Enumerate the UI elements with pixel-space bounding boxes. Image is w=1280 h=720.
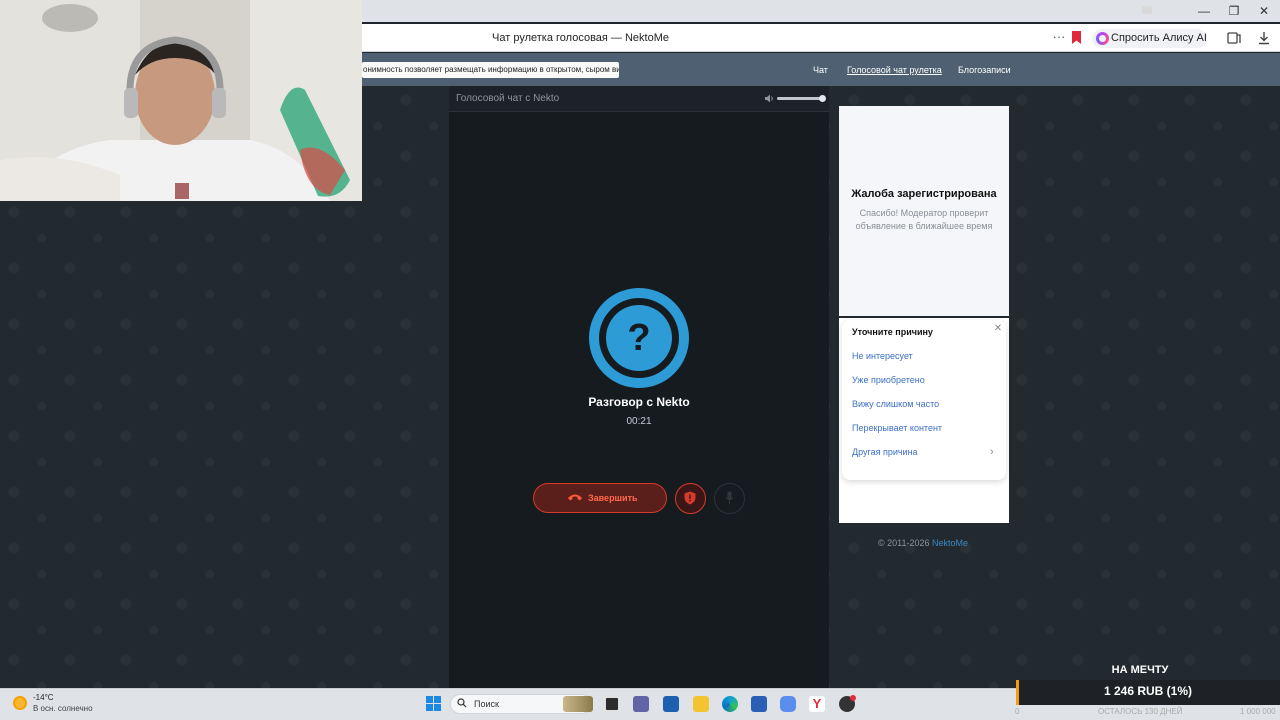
donation-days-left: ОСТАЛОСЬ 130 ДНЕЙ bbox=[1098, 707, 1183, 716]
call-timer: 00:21 bbox=[626, 416, 652, 427]
reason-covers-content[interactable]: Перекрывает контент bbox=[852, 423, 942, 433]
webcam-overlay bbox=[0, 0, 362, 201]
windows-start-icon[interactable] bbox=[426, 696, 441, 711]
ask-alice-button[interactable]: Спросить Алису AI bbox=[1092, 29, 1207, 48]
alice-icon bbox=[1096, 32, 1109, 45]
close-window-icon[interactable]: ✕ bbox=[1250, 3, 1278, 19]
task-view-icon[interactable] bbox=[604, 696, 620, 712]
close-icon[interactable]: ✕ bbox=[992, 323, 1004, 335]
store-icon[interactable] bbox=[663, 696, 679, 712]
nav-voice-chat[interactable]: Голосовой чат рулетка bbox=[847, 64, 942, 76]
hang-up-icon bbox=[568, 494, 582, 501]
nav-blog[interactable]: Блогозаписи bbox=[958, 64, 1011, 76]
donation-title: НА МЕЧТУ bbox=[1111, 664, 1169, 676]
question-mark-icon: ? bbox=[606, 305, 672, 371]
donation-goal: 1 000 000 bbox=[1240, 707, 1276, 716]
minimize-icon[interactable]: — bbox=[1190, 3, 1218, 19]
sun-icon[interactable] bbox=[13, 696, 27, 710]
speaker-icon[interactable] bbox=[764, 93, 775, 104]
donation-value: 1 246 RUB (1%) bbox=[1103, 684, 1193, 698]
bookmark-icon[interactable] bbox=[1071, 31, 1082, 44]
chevron-right-icon: › bbox=[990, 446, 994, 458]
anonymity-notice: онимность позволяет размещать информацию… bbox=[362, 62, 619, 78]
weather-description: В осн. солнечно bbox=[33, 704, 93, 713]
teams-icon[interactable] bbox=[633, 696, 649, 712]
reason-title: Уточните причину bbox=[852, 327, 933, 337]
file-explorer-icon[interactable] bbox=[693, 696, 709, 712]
copyright-text: © 2011-2026 bbox=[878, 538, 930, 548]
search-highlight-icon[interactable] bbox=[563, 696, 593, 712]
chart-app-icon[interactable] bbox=[751, 696, 767, 712]
donation-min: 0 bbox=[1015, 707, 1020, 716]
maximize-icon[interactable]: ❐ bbox=[1220, 3, 1248, 19]
weather-temperature: -14°C bbox=[33, 693, 54, 702]
profile-icon[interactable] bbox=[1142, 6, 1152, 14]
reason-seen-too-often[interactable]: Вижу слишком часто bbox=[852, 399, 939, 409]
microphone-icon bbox=[725, 491, 734, 504]
volume-slider-handle[interactable] bbox=[819, 95, 826, 102]
copyright: © 2011-2026 NektoMe bbox=[878, 538, 968, 548]
edge-icon[interactable] bbox=[722, 696, 738, 712]
complaint-title: Жалоба зарегистрирована bbox=[851, 188, 997, 200]
reason-other[interactable]: Другая причина bbox=[852, 447, 918, 457]
shield-icon bbox=[684, 491, 696, 505]
volume-slider[interactable] bbox=[777, 97, 822, 100]
conversation-title: Разговор с Nekto bbox=[588, 395, 690, 409]
reason-not-interested[interactable]: Не интересует bbox=[852, 351, 913, 361]
notification-badge bbox=[850, 695, 856, 701]
complaint-subtitle: Спасибо! Модератор проверит объявление в… bbox=[855, 208, 993, 231]
download-icon[interactable] bbox=[1256, 30, 1272, 46]
page-title: Чат рулетка голосовая — NektoMe bbox=[492, 32, 669, 44]
search-icon bbox=[457, 698, 467, 708]
reason-already-bought[interactable]: Уже приобретено bbox=[852, 375, 925, 385]
more-options-icon[interactable]: ··· bbox=[1050, 30, 1068, 46]
reader-mode-icon[interactable] bbox=[1226, 30, 1242, 46]
nav-chat[interactable]: Чат bbox=[813, 64, 828, 76]
chat-header-title: Голосовой чат с Nekto bbox=[456, 93, 560, 104]
yandex-browser-icon[interactable]: Y bbox=[809, 696, 825, 712]
end-call-button[interactable]: Завершить bbox=[533, 483, 667, 513]
brand-link[interactable]: NektoMe bbox=[932, 538, 968, 548]
chat-app-icon[interactable] bbox=[780, 696, 796, 712]
